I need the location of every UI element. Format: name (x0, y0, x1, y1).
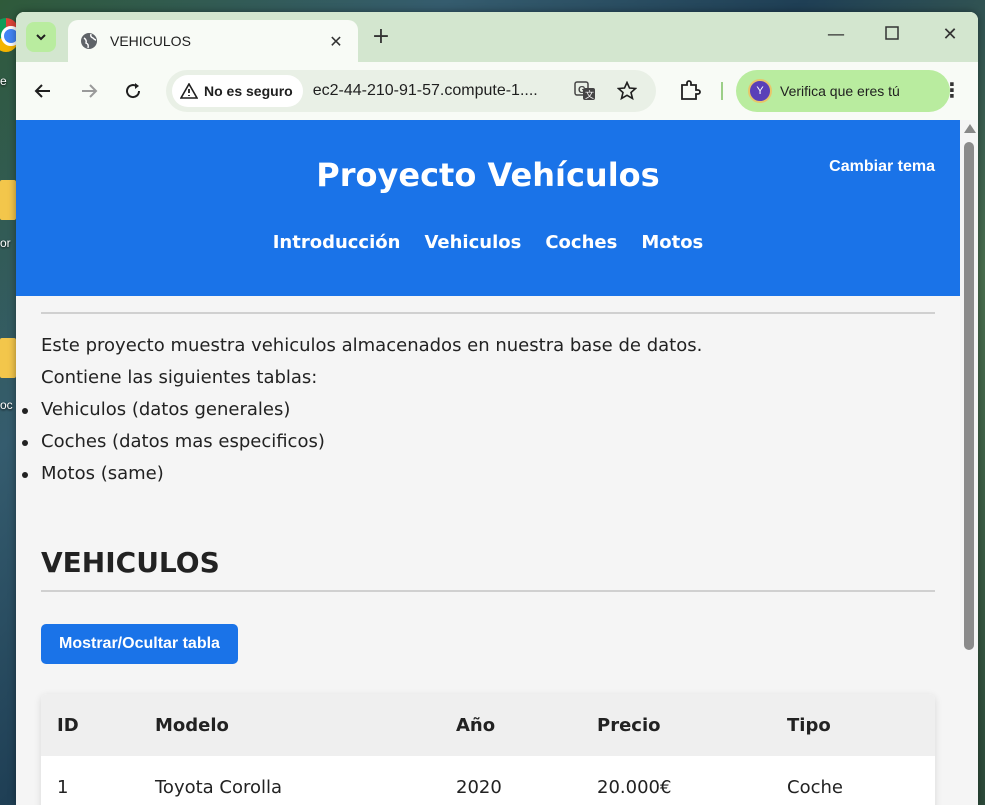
security-chip[interactable]: No es seguro (172, 75, 303, 107)
profile-button[interactable]: Y Verifica que eres tú (736, 70, 950, 112)
more-menu-icon[interactable]: ⋮ (942, 78, 962, 102)
page-scrollbar[interactable] (960, 120, 978, 805)
table-cell: 1 (57, 776, 69, 798)
security-label: No es seguro (204, 83, 293, 99)
back-button[interactable] (30, 78, 56, 104)
section-title: VEHICULOS (41, 546, 220, 579)
site-header: Proyecto Vehículos Cambiar tema Introduc… (16, 120, 960, 296)
desktop-label: oc (0, 398, 13, 412)
warning-icon (180, 83, 198, 99)
browser-window: VEHICULOS ✕ + — ✕ No es seguro ec2-44-21… (16, 12, 978, 805)
column-header: ID (41, 694, 139, 756)
table-header-row: ID Modelo Año Precio Tipo (41, 694, 935, 756)
profile-label: Verifica que eres tú (780, 83, 900, 99)
minimize-button[interactable]: — (824, 24, 848, 45)
toggle-table-button[interactable]: Mostrar/Ocultar tabla (41, 624, 238, 664)
folder-desktop-icon[interactable] (0, 338, 16, 378)
list-item: Coches (datos mas especificos) (22, 426, 935, 458)
intro-section: Este proyecto muestra vehiculos almacena… (22, 330, 935, 490)
forward-button[interactable] (76, 78, 102, 104)
close-window-button[interactable]: ✕ (938, 24, 962, 45)
tables-list: Vehiculos (datos generales) Coches (dato… (22, 394, 935, 490)
folder-desktop-icon[interactable] (0, 180, 16, 220)
browser-toolbar: No es seguro ec2-44-210-91-57.compute-1.… (16, 62, 978, 120)
desktop-label: or (0, 236, 11, 250)
address-bar[interactable]: No es seguro ec2-44-210-91-57.compute-1.… (166, 70, 656, 112)
column-header: Año (440, 694, 581, 756)
intro-text: Contiene las siguientes tablas: (41, 367, 318, 388)
table-row: 1 Toyota Corolla 2020 20.000€ Coche (41, 756, 935, 805)
browser-tab[interactable]: VEHICULOS ✕ (68, 20, 358, 62)
nav-link-vehiculos[interactable]: Vehiculos (424, 232, 521, 253)
tab-title: VEHICULOS (110, 33, 191, 49)
vehicles-table-card: ID Modelo Año Precio Tipo 1 Toyota Corol… (41, 694, 935, 805)
svg-text:文: 文 (585, 89, 594, 100)
avatar: Y (748, 79, 772, 103)
divider (41, 312, 935, 314)
column-header: Modelo (139, 694, 440, 756)
nav-link-coches[interactable]: Coches (545, 232, 617, 253)
tab-strip: VEHICULOS ✕ + — ✕ (16, 12, 978, 62)
main-content: Este proyecto muestra vehiculos almacena… (16, 312, 960, 805)
scroll-up-arrow[interactable] (964, 124, 976, 133)
tab-search-button[interactable] (26, 22, 56, 52)
url-text[interactable]: ec2-44-210-91-57.compute-1.... (313, 82, 563, 100)
intro-text: Este proyecto muestra vehiculos almacena… (41, 335, 703, 356)
site-nav: Introducción Vehiculos Coches Motos (16, 232, 960, 253)
chevron-down-icon (36, 34, 46, 41)
scroll-thumb[interactable] (964, 142, 974, 650)
change-theme-button[interactable]: Cambiar tema (829, 158, 935, 176)
table-cell: 20.000€ (597, 776, 672, 798)
bookmark-star-icon[interactable] (616, 80, 638, 102)
page-viewport: Proyecto Vehículos Cambiar tema Introduc… (16, 120, 960, 805)
globe-icon (81, 33, 97, 49)
column-header: Precio (581, 694, 771, 756)
toolbar-divider (721, 82, 723, 100)
vehicles-table: ID Modelo Año Precio Tipo 1 Toyota Corol… (41, 694, 935, 805)
new-tab-button[interactable]: + (368, 24, 394, 49)
divider (41, 590, 935, 592)
reload-button[interactable] (120, 78, 146, 104)
maximize-button[interactable] (880, 24, 904, 45)
arrow-right-icon (82, 84, 98, 98)
list-item: Vehiculos (datos generales) (22, 394, 935, 426)
column-header: Tipo (771, 694, 935, 756)
extensions-puzzle-icon[interactable] (678, 78, 702, 106)
reload-icon (126, 83, 141, 99)
maximize-icon (885, 26, 899, 40)
table-cell: 2020 (456, 776, 502, 798)
list-item: Motos (same) (22, 458, 935, 490)
table-cell: Coche (787, 776, 843, 798)
page-title: Proyecto Vehículos (316, 156, 660, 194)
arrow-left-icon (34, 84, 50, 98)
desktop-label: e (0, 74, 7, 88)
close-tab-icon[interactable]: ✕ (326, 32, 346, 51)
nav-link-motos[interactable]: Motos (641, 232, 703, 253)
table-cell: Toyota Corolla (155, 776, 283, 798)
translate-icon[interactable]: G文 (574, 80, 596, 102)
nav-link-introduccion[interactable]: Introducción (273, 232, 401, 253)
